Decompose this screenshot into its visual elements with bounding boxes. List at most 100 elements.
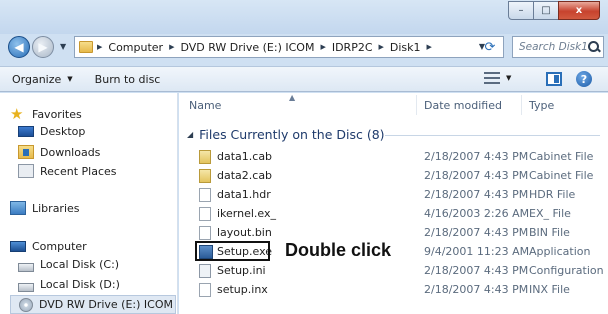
file-type: Application [529, 245, 591, 258]
help-icon[interactable]: ? [576, 71, 592, 87]
file-row[interactable]: setup.inx 2/18/2007 4:43 PM INX File [179, 281, 608, 299]
generic-file-icon [199, 207, 211, 221]
file-row[interactable]: data2.cab 2/18/2007 4:43 PM Cabinet File [179, 167, 608, 185]
breadcrumb-separator-icon[interactable]: ▶ [427, 43, 432, 51]
column-divider[interactable] [416, 95, 417, 115]
preview-pane-icon[interactable] [546, 72, 562, 86]
nav-item-computer[interactable]: Computer [10, 240, 87, 253]
nav-item-label: Computer [32, 240, 87, 253]
file-name: data1.cab [217, 150, 273, 163]
downloads-icon [18, 145, 34, 159]
title-bar: – □ x [0, 0, 608, 34]
nav-item-downloads[interactable]: Downloads [18, 145, 100, 159]
organize-button[interactable]: Organize ▼ [12, 73, 73, 86]
views-icon [484, 72, 500, 84]
nav-item-desktop[interactable]: Desktop [18, 125, 85, 138]
hard-drive-icon [18, 263, 34, 272]
generic-file-icon [199, 283, 211, 297]
collapse-caret-icon[interactable]: ◢ [187, 130, 193, 139]
file-date: 2/18/2007 4:43 PM [424, 226, 529, 239]
address-row: ◀ ▶ ▼ ▶ Computer ▶ DVD RW Drive (E:) ICOM… [0, 34, 608, 60]
file-type: Configuration [529, 264, 604, 277]
file-date: 2/18/2007 4:43 PM [424, 169, 529, 182]
column-header-name[interactable]: Name [189, 93, 221, 117]
command-bar: Organize ▼ Burn to disc ▼ ? [0, 66, 608, 92]
file-type: EX_ File [529, 207, 571, 220]
forward-button[interactable]: ▶ [32, 36, 54, 58]
folder-icon [79, 41, 93, 53]
settings-file-icon [199, 264, 211, 278]
file-type: Cabinet File [529, 169, 594, 182]
address-bar[interactable]: ▶ Computer ▶ DVD RW Drive (E:) ICOM ▶ IDRP… [74, 36, 504, 58]
file-name: Setup.ini [217, 264, 266, 277]
double-click-annotation: Double click [285, 240, 392, 261]
refresh-icon: ⟳ [484, 39, 496, 55]
file-date: 2/18/2007 4:43 PM [424, 264, 529, 277]
breadcrumb-dvd-drive[interactable]: DVD RW Drive (E:) ICOM ▶ [180, 41, 331, 54]
file-name: setup.inx [217, 283, 268, 296]
breadcrumb-idrp2c[interactable]: IDRP2C ▶ [332, 41, 390, 54]
minimize-button[interactable]: – [508, 1, 534, 20]
explorer-window: – □ x ◀ ▶ ▼ ▶ Computer ▶ DVD RW Drive (E:… [0, 0, 608, 314]
group-header[interactable]: ◢ Files Currently on the Disc (8) [187, 127, 385, 142]
file-name: data2.cab [217, 169, 273, 182]
file-row[interactable]: layout.bin 2/18/2007 4:43 PM BIN File [179, 224, 608, 242]
generic-file-icon [199, 226, 211, 240]
star-icon: ★ [10, 105, 24, 123]
breadcrumb-disk1[interactable]: Disk1 ▶ [390, 41, 438, 54]
file-date: 2/18/2007 4:43 PM [424, 283, 529, 296]
column-divider[interactable] [521, 95, 522, 115]
breadcrumb-separator-icon[interactable]: ▶ [169, 43, 174, 51]
nav-item-local-disk-c[interactable]: Local Disk (C:) [18, 258, 119, 272]
file-row-setup-exe[interactable]: Setup.exe Double click 9/4/2001 11:23 AM… [179, 240, 608, 261]
recent-pages-dropdown[interactable]: ▼ [60, 42, 66, 51]
breadcrumb-separator-icon: ▶ [97, 43, 103, 51]
nav-item-label: Recent Places [40, 164, 117, 178]
nav-item-local-disk-d[interactable]: Local Disk (D:) [18, 278, 120, 292]
file-row[interactable]: data1.hdr 2/18/2007 4:43 PM HDR File [179, 186, 608, 204]
chevron-down-icon: ▼ [60, 42, 67, 51]
file-name: ikernel.ex_ [217, 207, 277, 220]
close-button[interactable]: x [558, 1, 600, 20]
computer-icon [10, 241, 26, 252]
nav-item-label: Desktop [40, 125, 86, 138]
file-row[interactable]: data1.cab 2/18/2007 4:43 PM Cabinet File [179, 148, 608, 166]
file-row[interactable]: ikernel.ex_ 4/16/2003 2:26 AM EX_ File [179, 205, 608, 223]
search-icon[interactable] [587, 40, 601, 54]
generic-file-icon [199, 188, 211, 202]
group-title: Files Currently on the Disc (8) [199, 127, 385, 142]
organize-label: Organize [12, 72, 62, 86]
file-type: Cabinet File [529, 150, 594, 163]
nav-item-recent-places[interactable]: Recent Places [18, 164, 117, 178]
desktop-icon [18, 126, 34, 137]
breadcrumb-separator-icon[interactable]: ▶ [320, 43, 325, 51]
breadcrumb-separator-icon[interactable]: ▶ [379, 43, 384, 51]
chevron-down-icon: ▼ [506, 74, 512, 82]
nav-item-dvd-drive[interactable]: DVD RW Drive (E:) ICOM [10, 295, 176, 314]
hard-drive-icon [18, 283, 34, 292]
back-button[interactable]: ◀ [8, 36, 30, 58]
nav-item-favorites[interactable]: ★ Favorites [10, 105, 82, 123]
column-header-date-modified[interactable]: Date modified [424, 93, 502, 117]
change-view-button[interactable]: ▼ [484, 72, 511, 84]
file-date: 2/18/2007 4:43 PM [424, 150, 529, 163]
file-type: HDR File [529, 188, 576, 201]
dvd-drive-icon [19, 297, 33, 312]
window-controls: – □ x [508, 1, 600, 20]
refresh-button[interactable]: ⟳ [480, 38, 500, 56]
column-header-type[interactable]: Type [529, 93, 554, 117]
burn-to-disc-button[interactable]: Burn to disc [95, 73, 161, 86]
file-name: data1.hdr [217, 188, 271, 201]
file-name: layout.bin [217, 226, 272, 239]
breadcrumb-computer[interactable]: Computer ▶ [108, 41, 180, 54]
nav-item-label: Local Disk (D:) [40, 278, 120, 291]
maximize-button[interactable]: □ [533, 1, 559, 20]
sort-ascending-icon: ▲ [289, 93, 296, 102]
chevron-down-icon: ▼ [67, 75, 73, 83]
file-row[interactable]: Setup.ini 2/18/2007 4:43 PM Configuratio… [179, 262, 608, 280]
search-input[interactable]: Search Disk1 [512, 36, 604, 58]
nav-item-libraries[interactable]: Libraries [10, 201, 80, 215]
nav-item-label: Libraries [32, 201, 80, 215]
back-arrow-icon: ◀ [14, 40, 24, 54]
file-date: 2/18/2007 4:43 PM [424, 188, 529, 201]
